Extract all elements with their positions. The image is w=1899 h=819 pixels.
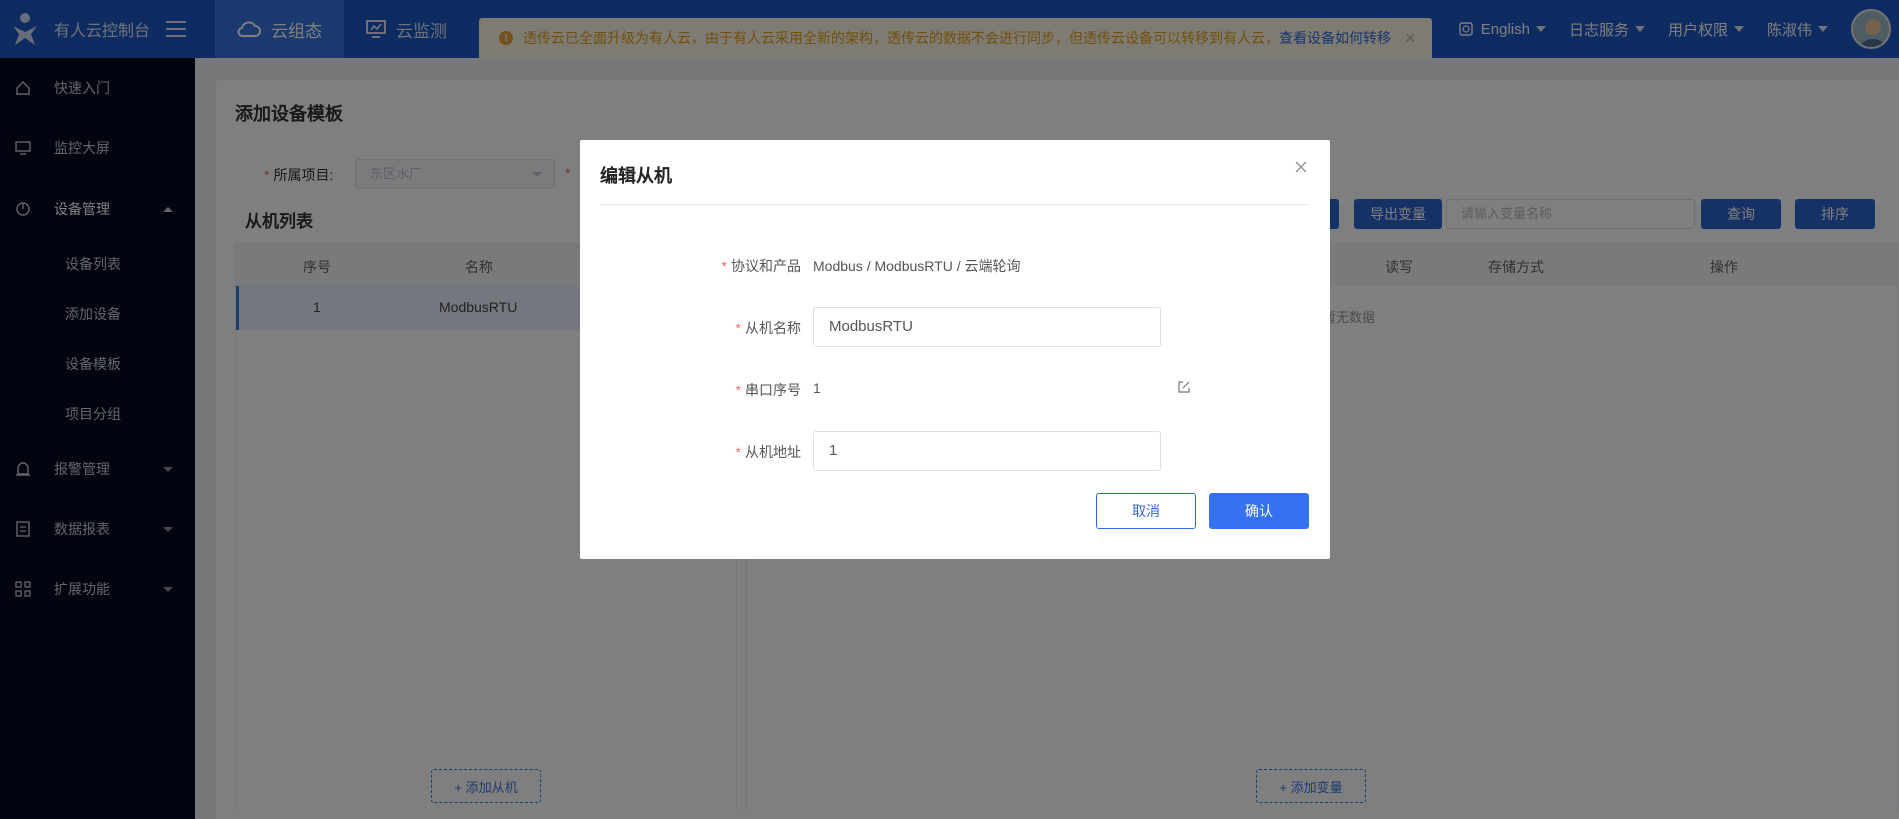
protocol-value: Modbus / ModbusRTU / 云端轮询 — [813, 258, 1021, 274]
field-label-slave-name: * 从机名称 — [736, 318, 801, 338]
confirm-button[interactable]: 确认 — [1209, 493, 1309, 529]
field-label-text: 从机名称 — [745, 320, 801, 336]
field-label-serial-index: * 串口序号 — [736, 380, 801, 400]
close-icon[interactable] — [1292, 158, 1310, 176]
required-mark: * — [735, 382, 741, 398]
required-mark: * — [735, 320, 741, 336]
required-mark: * — [721, 258, 727, 274]
slave-address-input[interactable]: 1 — [813, 431, 1161, 471]
required-mark: * — [735, 444, 741, 460]
field-label-text: 协议和产品 — [731, 258, 801, 274]
field-label-slave-address: * 从机地址 — [736, 442, 801, 462]
field-label-protocol: * 协议和产品 — [722, 256, 801, 276]
dialog-divider — [600, 204, 1310, 205]
serial-index-value: 1 — [813, 380, 821, 396]
dialog-title: 编辑从机 — [600, 166, 672, 186]
edit-icon[interactable] — [1177, 380, 1191, 394]
cancel-button[interactable]: 取消 — [1096, 493, 1196, 529]
field-label-text: 串口序号 — [745, 382, 801, 398]
field-label-text: 从机地址 — [745, 444, 801, 460]
edit-slave-dialog: 编辑从机 * 协议和产品 Modbus / ModbusRTU / 云端轮询 * 从… — [580, 140, 1330, 559]
slave-name-input[interactable]: ModbusRTU — [813, 307, 1161, 347]
